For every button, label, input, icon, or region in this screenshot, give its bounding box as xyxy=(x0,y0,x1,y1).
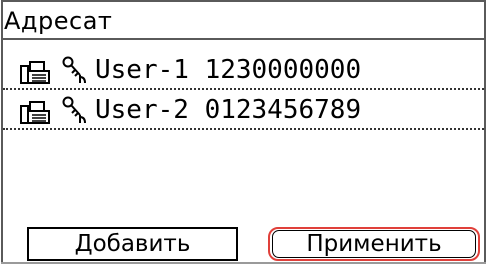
list-item[interactable]: User-2 0123456789 xyxy=(3,92,484,130)
fax-icon xyxy=(20,101,50,124)
recipient-entry: User-1 1230000000 xyxy=(95,55,362,85)
key-icon xyxy=(62,56,86,84)
add-button[interactable]: Добавить xyxy=(27,227,238,261)
apply-button-label: Применить xyxy=(306,231,442,257)
fax-icon xyxy=(20,61,50,84)
key-icon xyxy=(62,96,86,124)
page-title: Адресат xyxy=(3,2,484,40)
apply-button[interactable]: Применить xyxy=(268,227,480,261)
add-button-label: Добавить xyxy=(74,231,191,257)
recipient-entry: User-2 0123456789 xyxy=(95,95,362,125)
list-item[interactable]: User-1 1230000000 xyxy=(3,52,484,90)
recipient-screen: Адресат User-1 1230000000 User-2 0123456… xyxy=(0,0,487,264)
